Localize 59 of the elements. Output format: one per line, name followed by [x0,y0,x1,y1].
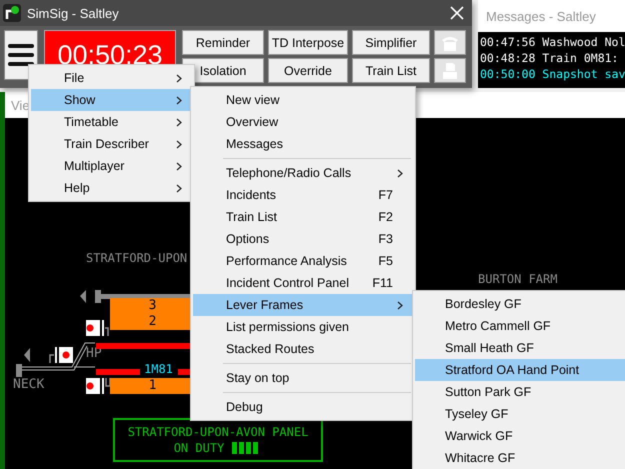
panel-name: STRATFORD-UPON-AVON PANEL [128,425,308,439]
menu-item[interactable]: Stratford OA Hand Point [415,359,625,381]
menu-item[interactable]: Lever Frames [193,294,413,316]
location-label: NECK [13,377,44,392]
app-icon [3,4,21,22]
menu-item[interactable]: Telephone/Radio Calls [193,162,413,184]
menu-item[interactable]: Timetable [31,111,192,133]
menu-item[interactable]: Incident Control Panel F11 [193,272,413,294]
printer-icon [440,62,460,80]
toolbar-button[interactable]: Train List [352,58,430,83]
toolbar-button[interactable]: Reminder [182,30,264,55]
window-title: SimSig - Saltley [27,6,120,20]
menu-item[interactable]: Train List F2 [193,206,413,228]
signal-icon [86,378,111,394]
menu-item[interactable]: Multiplayer [31,155,192,177]
menu-item[interactable]: Train Describer [31,133,192,155]
platform-number: 1 [148,378,156,394]
menu-item[interactable]: Performance Analysis F5 [193,250,413,272]
duty-status: ON DUTY [174,441,224,455]
menu-item[interactable]: Bordesley GF [415,293,625,315]
menu-item[interactable]: Debug [193,396,413,418]
menu-item[interactable]: Help [31,177,192,199]
menu-item[interactable]: List permissions given [193,316,413,338]
train-id[interactable]: 1M81 [142,362,175,376]
menu-item[interactable]: Tyseley GF [415,403,625,425]
menu-item[interactable]: Warwick GF [415,425,625,447]
menu-icon [8,44,34,66]
menu-item[interactable]: Sutton Park GF [415,381,625,403]
toolbar-button[interactable]: Simplifier [352,30,430,55]
menu-item[interactable]: Overview [193,111,413,133]
signal-icon [49,347,73,363]
menu-item[interactable]: Options F3 [193,228,413,250]
arrow-icon [24,348,30,362]
platform-number: 2 [148,314,156,330]
menu-button[interactable] [4,30,38,80]
location-label: STRATFORD-UPON [86,251,188,265]
toolbar-button[interactable]: TD Interpose [268,30,348,55]
message-line: 00:50:00 Snapshot sav [480,66,625,82]
menu-item[interactable]: Show [31,89,192,111]
menu-item[interactable]: Whitacre GF [415,447,625,469]
menu-item[interactable]: Incidents F7 [193,184,413,206]
window-title: Vie [11,98,30,112]
location-label: BURTON FARM [478,272,558,286]
message-line: 00:47:56 Washwood Nol [480,34,625,50]
menu-item[interactable]: Small Heath GF [415,337,625,359]
arrow-icon [80,290,86,303]
menu-item[interactable]: New view [193,89,413,111]
close-icon[interactable] [450,6,464,20]
message-line: 00:48:28 Train 0M81: [480,50,620,66]
signal-icon [86,320,109,336]
toolbar-button[interactable]: Override [268,58,348,83]
window-title: Messages - Saltley [486,8,596,24]
menu-item[interactable]: Metro Cammell GF [415,315,625,337]
track-section [178,369,190,375]
platform-number: 3 [148,298,156,314]
menu-item[interactable]: Stacked Routes [193,338,413,360]
menu-item[interactable]: Stay on top [193,367,413,389]
track-section [96,369,140,375]
menu-item[interactable]: Messages [193,133,413,155]
